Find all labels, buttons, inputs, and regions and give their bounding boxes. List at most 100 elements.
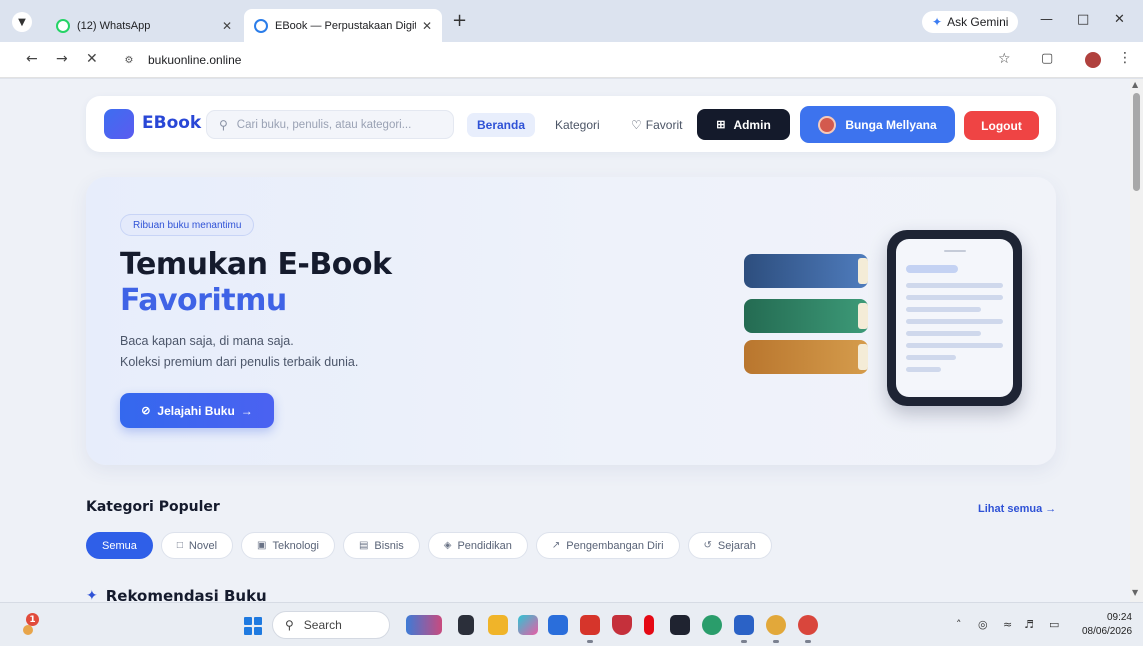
chip-bisnis[interactable]: ▤ Bisnis bbox=[342, 532, 420, 559]
book-illustration bbox=[744, 340, 868, 374]
hero-badge: Ribuan buku menantimu bbox=[120, 214, 255, 236]
trend-icon: ↗ bbox=[551, 540, 561, 551]
netflix-icon[interactable] bbox=[644, 615, 654, 635]
app-l-icon[interactable] bbox=[580, 615, 600, 643]
task-view-icon[interactable] bbox=[458, 615, 474, 635]
location-icon[interactable]: ◎ bbox=[978, 618, 988, 631]
forward-arrow-icon[interactable]: → bbox=[56, 51, 68, 67]
book-icon: □ bbox=[176, 540, 183, 551]
clock-date: 08/06/2026 bbox=[1082, 626, 1133, 637]
word-icon[interactable] bbox=[734, 615, 754, 643]
minimize-icon[interactable]: — bbox=[1040, 12, 1053, 27]
stop-loading-icon[interactable]: ✕ bbox=[86, 51, 98, 67]
chip-novel[interactable]: □ Novel bbox=[160, 532, 234, 559]
maximize-icon[interactable]: □ bbox=[1077, 12, 1089, 27]
copilot-app-icon[interactable] bbox=[406, 615, 442, 635]
new-tab-button[interactable]: + bbox=[452, 12, 467, 30]
tab-title: EBook — Perpustakaan Digital bbox=[275, 19, 416, 32]
ask-gemini-button[interactable]: ✦ Ask Gemini bbox=[922, 11, 1019, 33]
hero-banner: Ribuan buku menantimu Temukan E-Book Fav… bbox=[86, 177, 1056, 465]
scroll-down-icon[interactable]: ▼ bbox=[1132, 588, 1138, 597]
graduation-cap-icon: ◈ bbox=[443, 540, 452, 551]
chip-teknologi[interactable]: ▣ Teknologi bbox=[241, 532, 335, 559]
logo-icon[interactable] bbox=[104, 109, 134, 139]
chrome-icon[interactable] bbox=[766, 615, 786, 643]
chip-semua[interactable]: Semua bbox=[86, 532, 153, 559]
ask-gemini-label: Ask Gemini bbox=[947, 15, 1009, 29]
url-text[interactable]: bukuonline.online bbox=[148, 53, 241, 67]
search-box[interactable]: ⚲ bbox=[206, 110, 454, 139]
chip-sejarah[interactable]: ↺ Sejarah bbox=[687, 532, 772, 559]
chrome-profile-icon[interactable] bbox=[798, 615, 818, 643]
logout-button[interactable]: Logout bbox=[964, 111, 1039, 140]
category-chips: Semua □ Novel ▣ Teknologi ▤ Bisnis ◈ Pen… bbox=[86, 532, 772, 559]
recommendations-title: Rekomendasi Buku bbox=[105, 587, 267, 602]
nav-link-favorit[interactable]: ♡ Favorit bbox=[631, 113, 682, 137]
windows-start-icon[interactable] bbox=[244, 617, 262, 635]
search-icon: ⚲ bbox=[285, 618, 294, 632]
see-all-link[interactable]: Lihat semua → bbox=[978, 503, 1056, 515]
back-arrow-icon[interactable]: ← bbox=[26, 51, 38, 67]
wifi-icon[interactable]: ≈ bbox=[1003, 618, 1012, 631]
taskbar-search-label: Search bbox=[303, 618, 342, 632]
avatar bbox=[818, 115, 837, 134]
widgets-button[interactable]: 1 bbox=[22, 613, 40, 635]
nav-link-beranda[interactable]: Beranda bbox=[467, 113, 536, 137]
tab-ebook[interactable]: EBook — Perpustakaan Digital ✕ bbox=[244, 9, 442, 42]
battery-icon[interactable]: ▭ bbox=[1049, 618, 1059, 631]
weather-icon bbox=[23, 625, 33, 635]
search-input[interactable] bbox=[236, 118, 437, 131]
chip-label: Pendidikan bbox=[457, 539, 512, 552]
system-clock[interactable]: 09:24 08/06/2026 bbox=[1082, 611, 1132, 639]
edge-icon[interactable] bbox=[702, 615, 722, 635]
close-window-icon[interactable]: ✕ bbox=[1114, 12, 1125, 27]
gemini-sparkle-icon: ✦ bbox=[932, 15, 943, 29]
chip-label: Sejarah bbox=[717, 539, 756, 552]
close-tab-icon[interactable]: ✕ bbox=[222, 19, 232, 33]
user-profile-button[interactable]: Bunga Mellyana bbox=[800, 106, 955, 143]
search-icon: ⚲ bbox=[219, 117, 228, 132]
more-menu-icon[interactable]: ⋮ bbox=[1118, 50, 1132, 66]
page-viewport: EBook ⚲ Beranda Kategori ♡ Favorit ⊞ Adm… bbox=[0, 79, 1130, 602]
dropbox-icon[interactable] bbox=[670, 615, 690, 635]
logo-text[interactable]: EBook bbox=[142, 113, 201, 133]
scroll-up-icon[interactable]: ▲ bbox=[1132, 80, 1138, 89]
taskbar-search[interactable]: ⚲ Search bbox=[272, 611, 390, 639]
tablet-illustration bbox=[887, 230, 1022, 406]
mcafee-icon[interactable] bbox=[612, 615, 632, 635]
extensions-icon[interactable]: ▢ bbox=[1041, 51, 1053, 66]
page-scrollbar[interactable]: ▲ ▼ bbox=[1130, 79, 1143, 602]
compass-icon: ⊘ bbox=[141, 405, 151, 417]
scrollbar-thumb[interactable] bbox=[1133, 93, 1140, 191]
site-favicon-icon bbox=[254, 18, 268, 33]
site-settings-icon[interactable]: ⚙ bbox=[118, 51, 140, 69]
bookmark-star-icon[interactable]: ☆ bbox=[998, 51, 1011, 67]
file-explorer-icon[interactable] bbox=[488, 615, 508, 635]
admin-button[interactable]: ⊞ Admin bbox=[697, 109, 790, 140]
explore-books-label: Jelajahi Buku bbox=[157, 403, 235, 418]
store-icon[interactable] bbox=[548, 615, 568, 635]
close-tab-icon[interactable]: ✕ bbox=[422, 19, 432, 33]
hero-subtitle: Koleksi premium dari penulis terbaik dun… bbox=[120, 355, 359, 369]
whatsapp-icon bbox=[56, 18, 70, 33]
tray-overflow-icon[interactable]: ˄ bbox=[956, 618, 962, 631]
tab-title: (12) WhatsApp bbox=[77, 19, 151, 32]
admin-label: Admin bbox=[733, 117, 771, 132]
tab-whatsapp[interactable]: (12) WhatsApp ✕ bbox=[46, 9, 242, 42]
tab-search-button[interactable]: ▼ bbox=[12, 12, 32, 32]
nav-link-kategori[interactable]: Kategori bbox=[555, 113, 600, 137]
categories-heading: Kategori Populer bbox=[86, 499, 220, 515]
chip-pengembangan-diri[interactable]: ↗ Pengembangan Diri bbox=[535, 532, 680, 559]
grid-icon: ⊞ bbox=[716, 119, 726, 131]
user-name: Bunga Mellyana bbox=[845, 117, 937, 132]
volume-icon[interactable]: ♬ bbox=[1024, 618, 1034, 631]
arrow-right-icon: → bbox=[240, 403, 253, 418]
browser-tab-bar: ▼ (12) WhatsApp ✕ EBook — Perpustakaan D… bbox=[0, 0, 1143, 42]
explore-books-button[interactable]: ⊘ Jelajahi Buku → bbox=[120, 393, 274, 428]
profile-avatar-icon[interactable] bbox=[1085, 52, 1101, 68]
history-icon: ↺ bbox=[703, 540, 712, 551]
copilot-icon[interactable] bbox=[518, 615, 538, 635]
chip-pendidikan[interactable]: ◈ Pendidikan bbox=[427, 532, 528, 559]
address-bar[interactable]: ⚙ bukuonline.online bbox=[112, 47, 1024, 73]
chip-label: Teknologi bbox=[272, 539, 319, 552]
